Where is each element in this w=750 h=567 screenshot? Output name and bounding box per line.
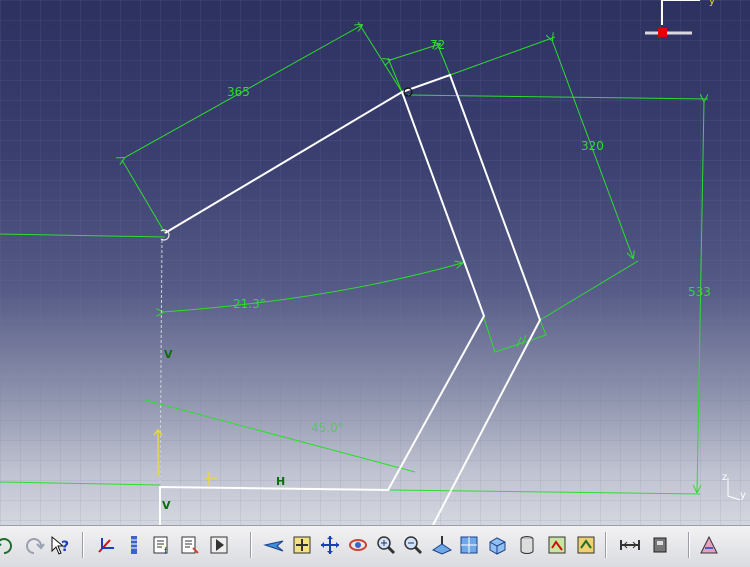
horizontal-constraint: H — [276, 475, 285, 488]
svg-text:y: y — [709, 0, 715, 7]
constraint-icon — [98, 538, 114, 553]
svg-text:y: y — [740, 490, 746, 501]
measure-button[interactable] — [618, 533, 642, 557]
formula-edit-icon — [181, 536, 199, 554]
rotate-button[interactable] — [346, 533, 370, 557]
formula-edit-button[interactable] — [178, 533, 202, 557]
redo-button[interactable] — [22, 533, 46, 557]
zoom-in-button[interactable] — [374, 533, 398, 557]
toolbar-separator — [250, 532, 252, 558]
parameters-icon — [131, 536, 137, 554]
zoom-in-icon — [377, 536, 396, 555]
fit-all-icon — [293, 536, 311, 554]
swap-visible-icon — [577, 536, 595, 554]
formula-button[interactable]: f — [150, 533, 174, 557]
bottom-toolbar: ? f — [0, 525, 750, 567]
undo-icon — [0, 538, 12, 554]
swap-visible-button[interactable] — [574, 533, 598, 557]
toolbar-separator — [605, 532, 607, 558]
rotate-icon — [349, 539, 367, 551]
dimension-angle-a-label: 21.3° — [233, 297, 266, 311]
svg-text:z: z — [722, 472, 727, 483]
zoom-out-icon — [404, 536, 423, 555]
hide-show-button[interactable] — [545, 533, 569, 557]
dimension-length-b-label: 320 — [581, 139, 604, 153]
catalog-button[interactable] — [648, 533, 672, 557]
zoom-out-button[interactable] — [401, 533, 425, 557]
pan-icon — [321, 536, 339, 554]
fly-mode-icon — [263, 540, 284, 552]
dimension-thickness-label: 72 — [430, 38, 445, 52]
svg-text:?: ? — [61, 539, 69, 555]
sketch-grid — [0, 0, 750, 525]
publish-button[interactable] — [207, 533, 231, 557]
render-icon — [700, 535, 718, 554]
vertical-constraint: V — [164, 348, 173, 361]
iso-view-button[interactable] — [485, 533, 509, 557]
render-button[interactable] — [697, 533, 721, 557]
formula-icon: f — [153, 536, 168, 556]
3d-viewport[interactable]: 365 72 320 533 21.3° 45.0° V H V y z y — [0, 0, 750, 525]
render-style-icon — [520, 536, 534, 554]
pan-button[interactable] — [318, 533, 342, 557]
multi-view-icon — [460, 536, 478, 554]
sketch-canvas[interactable]: 365 72 320 533 21.3° 45.0° V H V y z y — [0, 0, 750, 525]
multi-view-button[interactable] — [457, 533, 481, 557]
dimension-length-a-label: 365 — [227, 85, 250, 99]
parameters-button[interactable] — [122, 533, 146, 557]
vertical-constraint: V — [162, 499, 171, 512]
constraint-button[interactable] — [95, 533, 119, 557]
normal-view-button[interactable] — [430, 533, 454, 557]
whats-this-icon: ? — [51, 535, 69, 555]
catalog-icon — [653, 537, 667, 553]
fit-all-button[interactable] — [290, 533, 314, 557]
dimension-height-label: 533 — [688, 285, 711, 299]
iso-view-icon — [489, 537, 506, 555]
undo-button[interactable] — [0, 533, 16, 557]
hide-show-icon — [548, 536, 566, 554]
measure-icon — [620, 540, 640, 550]
render-style-button[interactable] — [515, 533, 539, 557]
whats-this-button[interactable]: ? — [48, 533, 72, 557]
publish-icon — [210, 536, 228, 554]
toolbar-separator — [688, 532, 690, 558]
redo-icon — [26, 538, 45, 554]
fly-mode-button[interactable] — [262, 533, 286, 557]
dimension-angle-b-label: 45.0° — [311, 421, 344, 435]
normal-view-icon — [431, 536, 453, 555]
toolbar-separator — [82, 532, 84, 558]
